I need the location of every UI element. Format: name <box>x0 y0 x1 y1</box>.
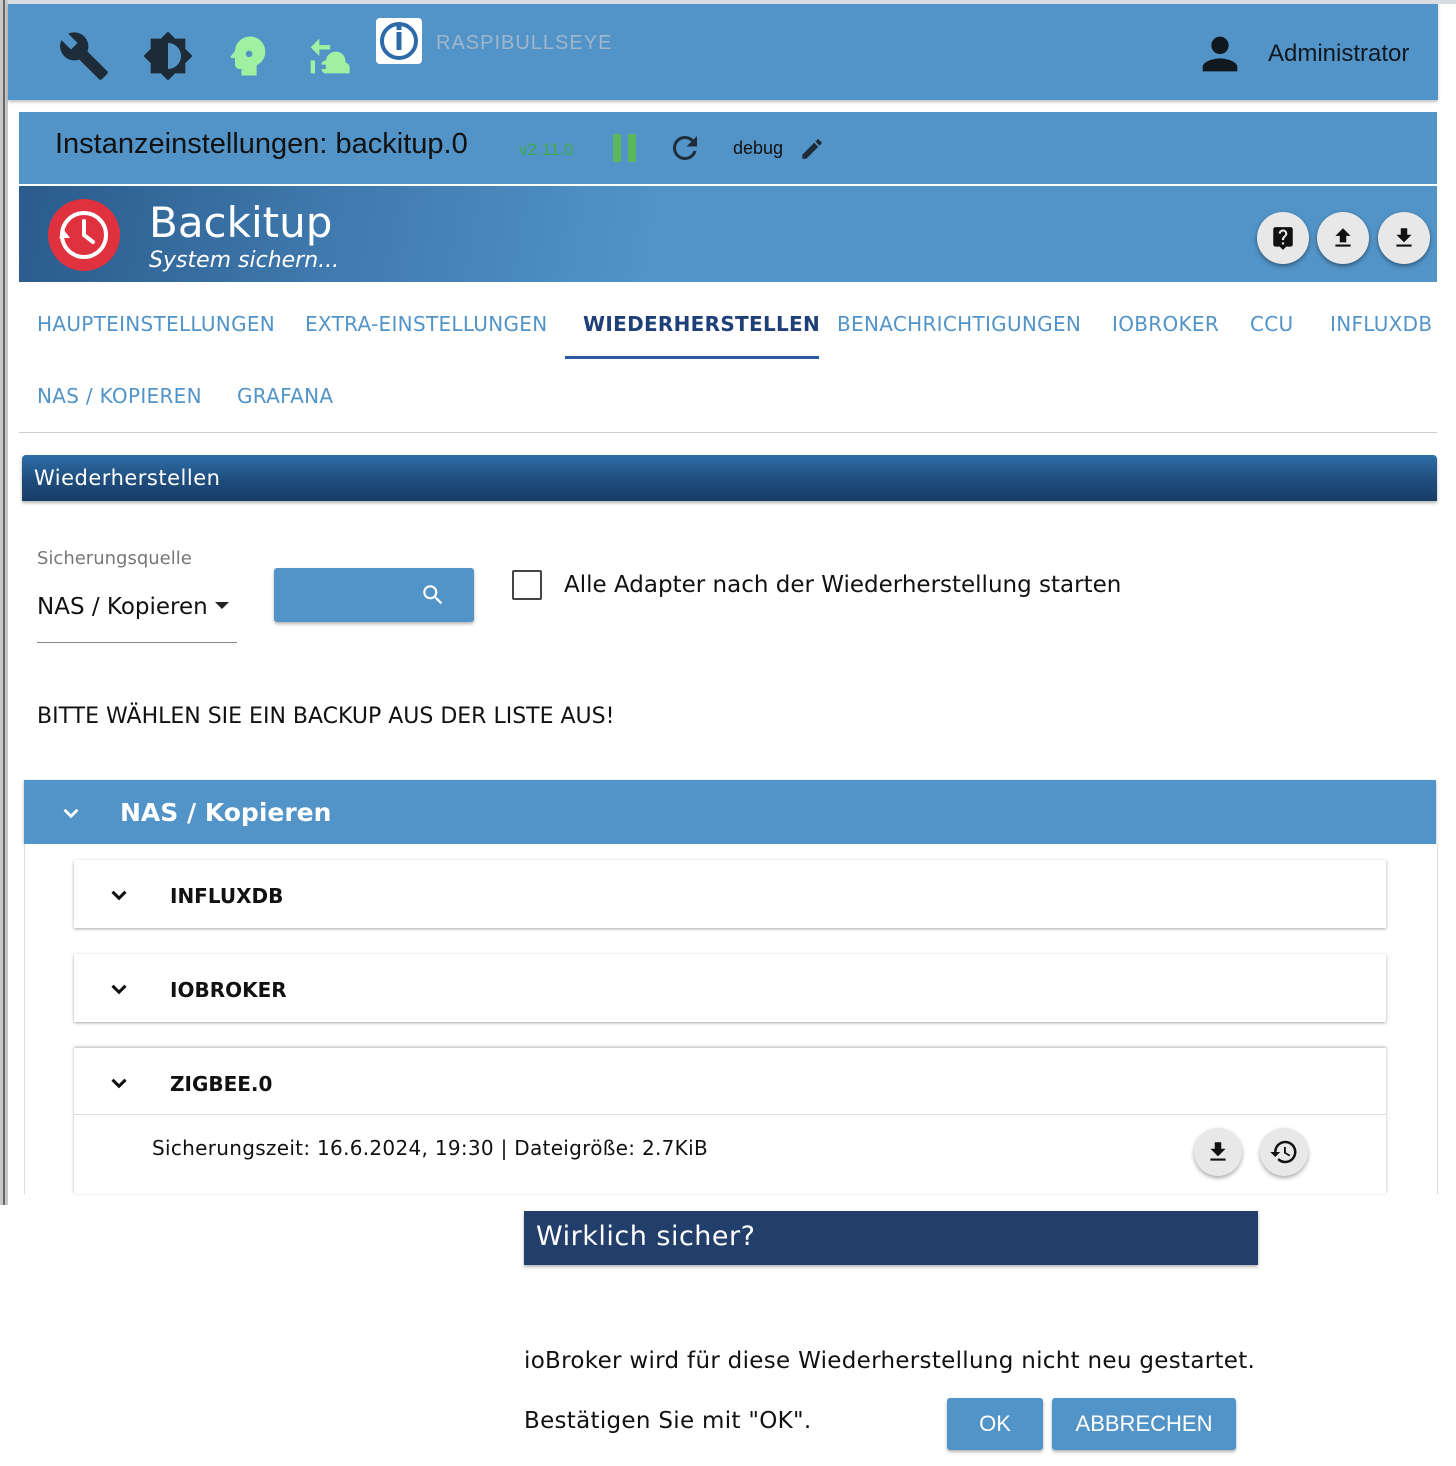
search-button[interactable] <box>274 568 474 622</box>
adapter-title: Backitup <box>149 198 333 247</box>
source-select[interactable]: NAS / Kopieren <box>37 586 237 643</box>
adapter-banner: Backitup System sichern... <box>19 186 1437 282</box>
edit-icon[interactable] <box>799 136 825 162</box>
user-icon[interactable] <box>1194 28 1246 80</box>
active-tab-indicator <box>565 356 819 359</box>
confirm-dialog-message: ioBroker wird für diese Wiederherstellun… <box>524 1348 1256 1374</box>
tab-grafana[interactable]: GRAFANA <box>237 384 333 408</box>
search-icon <box>423 585 443 605</box>
iobroker-logo-mark <box>380 22 418 60</box>
help-icon <box>1273 227 1293 250</box>
restore-icon <box>1270 1140 1297 1164</box>
source-select-value: NAS / Kopieren <box>37 594 208 620</box>
instance-header: Instanzeinstellungen: backitup.0 v2.11.0… <box>19 112 1437 184</box>
instance-version: v2.11.0 <box>519 140 574 159</box>
backup-group-iobroker[interactable]: IOBROKER <box>74 954 1386 1022</box>
page-left-border <box>0 0 8 1205</box>
pause-icon[interactable] <box>611 132 639 164</box>
tab-benachrichtigungen[interactable]: BENACHRICHTIGUNGEN <box>837 312 1081 336</box>
chevron-down-icon <box>111 984 127 995</box>
instance-title: Instanzeinstellungen: backitup.0 <box>55 128 468 160</box>
divider <box>74 1114 1386 1115</box>
ok-button[interactable]: OK <box>947 1398 1043 1450</box>
start-adapters-label: Alle Adapter nach der Wiederherstellung … <box>564 572 1122 598</box>
brightness-icon[interactable] <box>142 30 194 82</box>
log-level: debug <box>733 138 784 158</box>
instruction-text: BITTE WÄHLEN SIE EIN BACKUP AUS DER LIST… <box>37 704 615 729</box>
backup-restore-button[interactable] <box>1260 1128 1308 1176</box>
backup-group-title: INFLUXDB <box>170 884 284 908</box>
reload-icon[interactable] <box>667 130 703 166</box>
user-name[interactable]: Administrator <box>1268 40 1409 68</box>
upload-button[interactable] <box>1317 212 1369 264</box>
accordion-nas-header[interactable]: NAS / Kopieren <box>24 780 1436 844</box>
expert-mode-icon[interactable] <box>222 30 274 82</box>
tab-extra-einstellungen[interactable]: EXTRA-EINSTELLUNGEN <box>305 312 547 336</box>
tab-influxdb[interactable]: INFLUXDB <box>1330 312 1432 336</box>
backup-download-button[interactable] <box>1194 1128 1242 1176</box>
tab-ccu[interactable]: CCU <box>1250 312 1293 336</box>
confirm-dialog-hint: Bestätigen Sie mit "OK". <box>524 1408 812 1434</box>
settings-tabs: HAUPTEINSTELLUNGEN EXTRA-EINSTELLUNGEN W… <box>19 282 1437 433</box>
download-button[interactable] <box>1378 212 1430 264</box>
chevron-down-icon <box>63 808 79 819</box>
adapter-subtitle: System sichern... <box>149 248 340 273</box>
cancel-button[interactable]: ABBRECHEN <box>1052 1398 1236 1450</box>
accordion-nas-body: INFLUXDB IOBROKER ZIGBEE.0 Sicherungszei… <box>24 844 1438 1194</box>
upload-icon <box>1335 228 1351 247</box>
tab-nas-kopieren[interactable]: NAS / KOPIEREN <box>37 384 202 408</box>
tab-wiederherstellen[interactable]: WIEDERHERSTELLEN <box>583 312 820 336</box>
restart-icon[interactable] <box>302 30 354 82</box>
backup-group-title: IOBROKER <box>170 978 287 1002</box>
accordion-title: NAS / Kopieren <box>120 798 332 827</box>
backup-group-title: ZIGBEE.0 <box>170 1072 273 1096</box>
wrench-icon[interactable] <box>58 30 110 82</box>
confirm-dialog-title: Wirklich sicher? <box>536 1221 756 1252</box>
start-adapters-checkbox[interactable] <box>512 570 542 600</box>
chevron-down-icon <box>111 890 127 901</box>
tab-haupteinstellungen[interactable]: HAUPTEINSTELLUNGEN <box>37 312 275 336</box>
backitup-logo-icon <box>48 199 120 271</box>
host-name: RASPIBULLSEYE <box>436 32 613 54</box>
help-button[interactable] <box>1257 212 1309 264</box>
backup-entry-info: Sicherungszeit: 16.6.2024, 19:30 | Datei… <box>152 1136 708 1160</box>
section-header: Wiederherstellen <box>22 455 1437 501</box>
confirm-dialog-header: Wirklich sicher? <box>524 1211 1258 1265</box>
caret-down-icon <box>215 602 229 609</box>
iobroker-logo[interactable] <box>376 18 422 64</box>
top-toolbar: RASPIBULLSEYE Administrator <box>8 4 1438 100</box>
download-icon <box>1396 228 1412 247</box>
section-title: Wiederherstellen <box>34 466 221 490</box>
source-label: Sicherungsquelle <box>37 548 192 569</box>
download-icon <box>1210 1142 1226 1161</box>
chevron-down-icon <box>111 1078 127 1089</box>
backup-group-influxdb[interactable]: INFLUXDB <box>74 860 1386 928</box>
tab-iobroker[interactable]: IOBROKER <box>1112 312 1219 336</box>
backup-group-zigbee[interactable]: ZIGBEE.0 Sicherungszeit: 16.6.2024, 19:3… <box>74 1048 1386 1194</box>
